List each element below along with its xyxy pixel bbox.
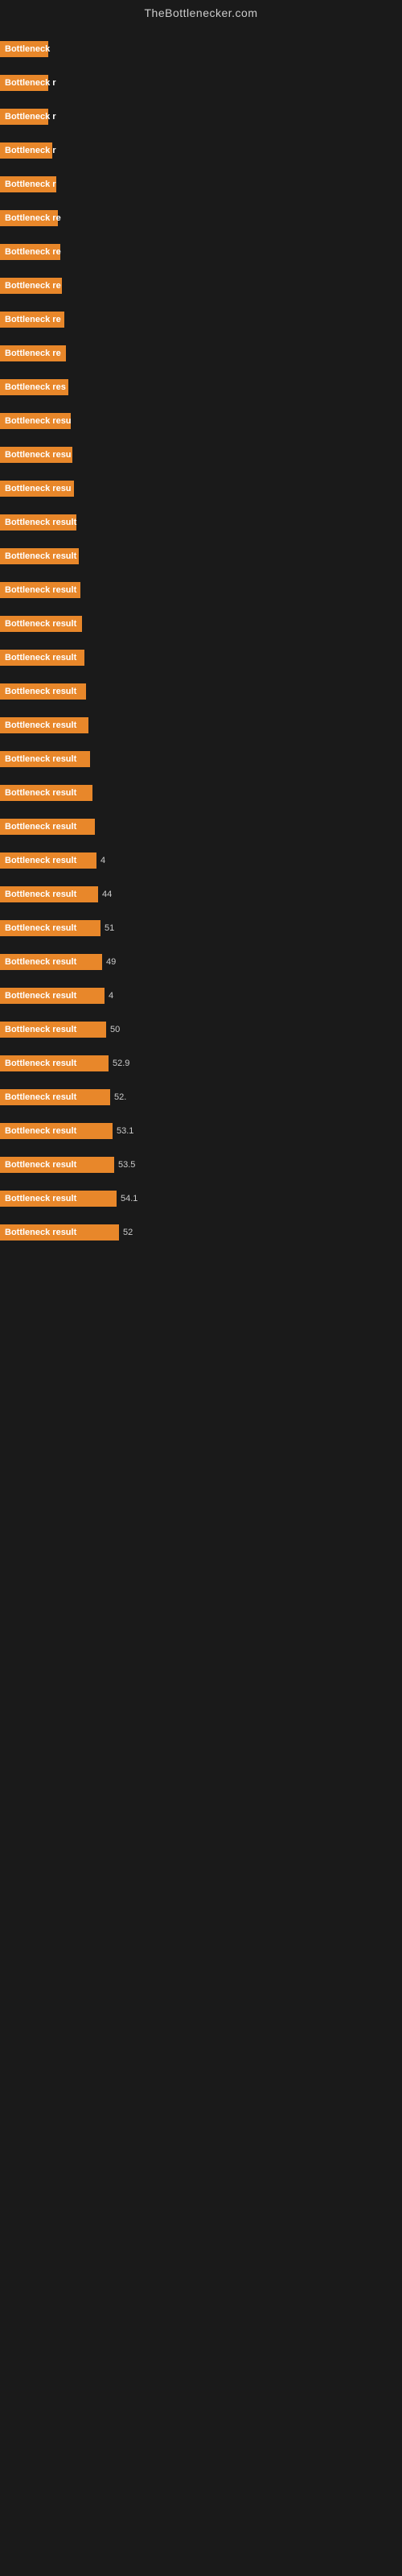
bar-label: Bottleneck result (0, 514, 76, 530)
bar-row: Bottleneck result (0, 778, 402, 808)
bar-value: 50 (110, 1025, 120, 1034)
bar-label: Bottleneck re (0, 210, 58, 226)
bar-label: Bottleneck result (0, 683, 86, 700)
bar-label: Bottleneck result (0, 548, 79, 564)
bar-row: Bottleneck resu (0, 473, 402, 504)
bar-label: Bottleneck result (0, 819, 95, 835)
bar-row: Bottleneck r (0, 169, 402, 200)
site-title: TheBottlenecker.com (0, 0, 402, 23)
bar-row: Bottleneck result (0, 811, 402, 842)
bar-row: Bottleneck result 52.9 (0, 1048, 402, 1079)
bar-row: Bottleneck result 50 (0, 1014, 402, 1045)
bar-label: Bottleneck r (0, 176, 56, 192)
bar-label: Bottleneck resu (0, 481, 74, 497)
bar-row: Bottleneck r (0, 68, 402, 98)
bar-value: 53.5 (118, 1160, 135, 1170)
bar-row: Bottleneck result (0, 541, 402, 572)
bar-row: Bottleneck re (0, 237, 402, 267)
bar-label: Bottleneck re (0, 312, 64, 328)
bar-label: Bottleneck result (0, 1224, 119, 1241)
bar-row: Bottleneck result (0, 710, 402, 741)
bar-label: Bottleneck result (0, 920, 100, 936)
bar-row: Bottleneck result 51 (0, 913, 402, 943)
bar-value: 54.1 (121, 1194, 137, 1203)
bar-row: Bottleneck result (0, 609, 402, 639)
bar-row: Bottleneck (0, 34, 402, 64)
bar-row: Bottleneck re (0, 203, 402, 233)
bar-row: Bottleneck result (0, 676, 402, 707)
bar-label: Bottleneck result (0, 1123, 113, 1139)
bar-label: Bottleneck r (0, 142, 52, 159)
bar-row: Bottleneck re (0, 270, 402, 301)
bar-label: Bottleneck res (0, 379, 68, 395)
bar-row: Bottleneck result (0, 575, 402, 605)
bar-row: Bottleneck result 54.1 (0, 1183, 402, 1214)
bar-value: 4 (109, 991, 113, 1001)
bar-row: Bottleneck result 52. (0, 1082, 402, 1113)
bar-row: Bottleneck re (0, 338, 402, 369)
bar-row: Bottleneck result 49 (0, 947, 402, 977)
chart-container: Bottleneck Bottleneck r Bottleneck r Bottle… (0, 23, 402, 1259)
bar-label: Bottleneck result (0, 717, 88, 733)
bar-value: 53.1 (117, 1126, 133, 1136)
bar-row: Bottleneck result (0, 744, 402, 774)
bar-value: 44 (102, 890, 112, 899)
bar-row: Bottleneck resu (0, 440, 402, 470)
bar-label: Bottleneck re (0, 244, 60, 260)
bar-row: Bottleneck r (0, 101, 402, 132)
bar-row: Bottleneck result 53.1 (0, 1116, 402, 1146)
bar-label: Bottleneck re (0, 278, 62, 294)
bar-row: Bottleneck result (0, 642, 402, 673)
bar-row: Bottleneck result 53.5 (0, 1150, 402, 1180)
bar-value: 4 (100, 856, 105, 865)
bar-label: Bottleneck result (0, 852, 96, 869)
bar-label: Bottleneck result (0, 582, 80, 598)
bar-label: Bottleneck result (0, 954, 102, 970)
bar-value: 51 (105, 923, 114, 933)
bar-row: Bottleneck r (0, 135, 402, 166)
bar-label: Bottleneck resu (0, 413, 71, 429)
bar-row: Bottleneck res (0, 372, 402, 402)
bar-label: Bottleneck result (0, 650, 84, 666)
bar-row: Bottleneck result 4 (0, 980, 402, 1011)
bar-value: 49 (106, 957, 116, 967)
bar-value: 52 (123, 1228, 133, 1237)
bar-label: Bottleneck result (0, 1055, 109, 1071)
bar-label: Bottleneck result (0, 785, 92, 801)
bar-row: Bottleneck result 4 (0, 845, 402, 876)
bar-label: Bottleneck result (0, 616, 82, 632)
bar-value: 52.9 (113, 1059, 129, 1068)
bar-label: Bottleneck (0, 41, 48, 57)
bar-label: Bottleneck result (0, 1089, 110, 1105)
bar-label: Bottleneck re (0, 345, 66, 361)
bar-label: Bottleneck result (0, 886, 98, 902)
bar-label: Bottleneck r (0, 109, 48, 125)
bar-row: Bottleneck result (0, 507, 402, 538)
bar-row: Bottleneck result 52 (0, 1217, 402, 1248)
bar-value: 52. (114, 1092, 126, 1102)
bar-label: Bottleneck result (0, 1157, 114, 1173)
bar-label: Bottleneck result (0, 1022, 106, 1038)
bar-row: Bottleneck resu (0, 406, 402, 436)
bar-row: Bottleneck re (0, 304, 402, 335)
bar-label: Bottleneck result (0, 988, 105, 1004)
bar-label: Bottleneck r (0, 75, 48, 91)
bar-label: Bottleneck resu (0, 447, 72, 463)
bar-label: Bottleneck result (0, 1191, 117, 1207)
bar-label: Bottleneck result (0, 751, 90, 767)
bar-row: Bottleneck result 44 (0, 879, 402, 910)
